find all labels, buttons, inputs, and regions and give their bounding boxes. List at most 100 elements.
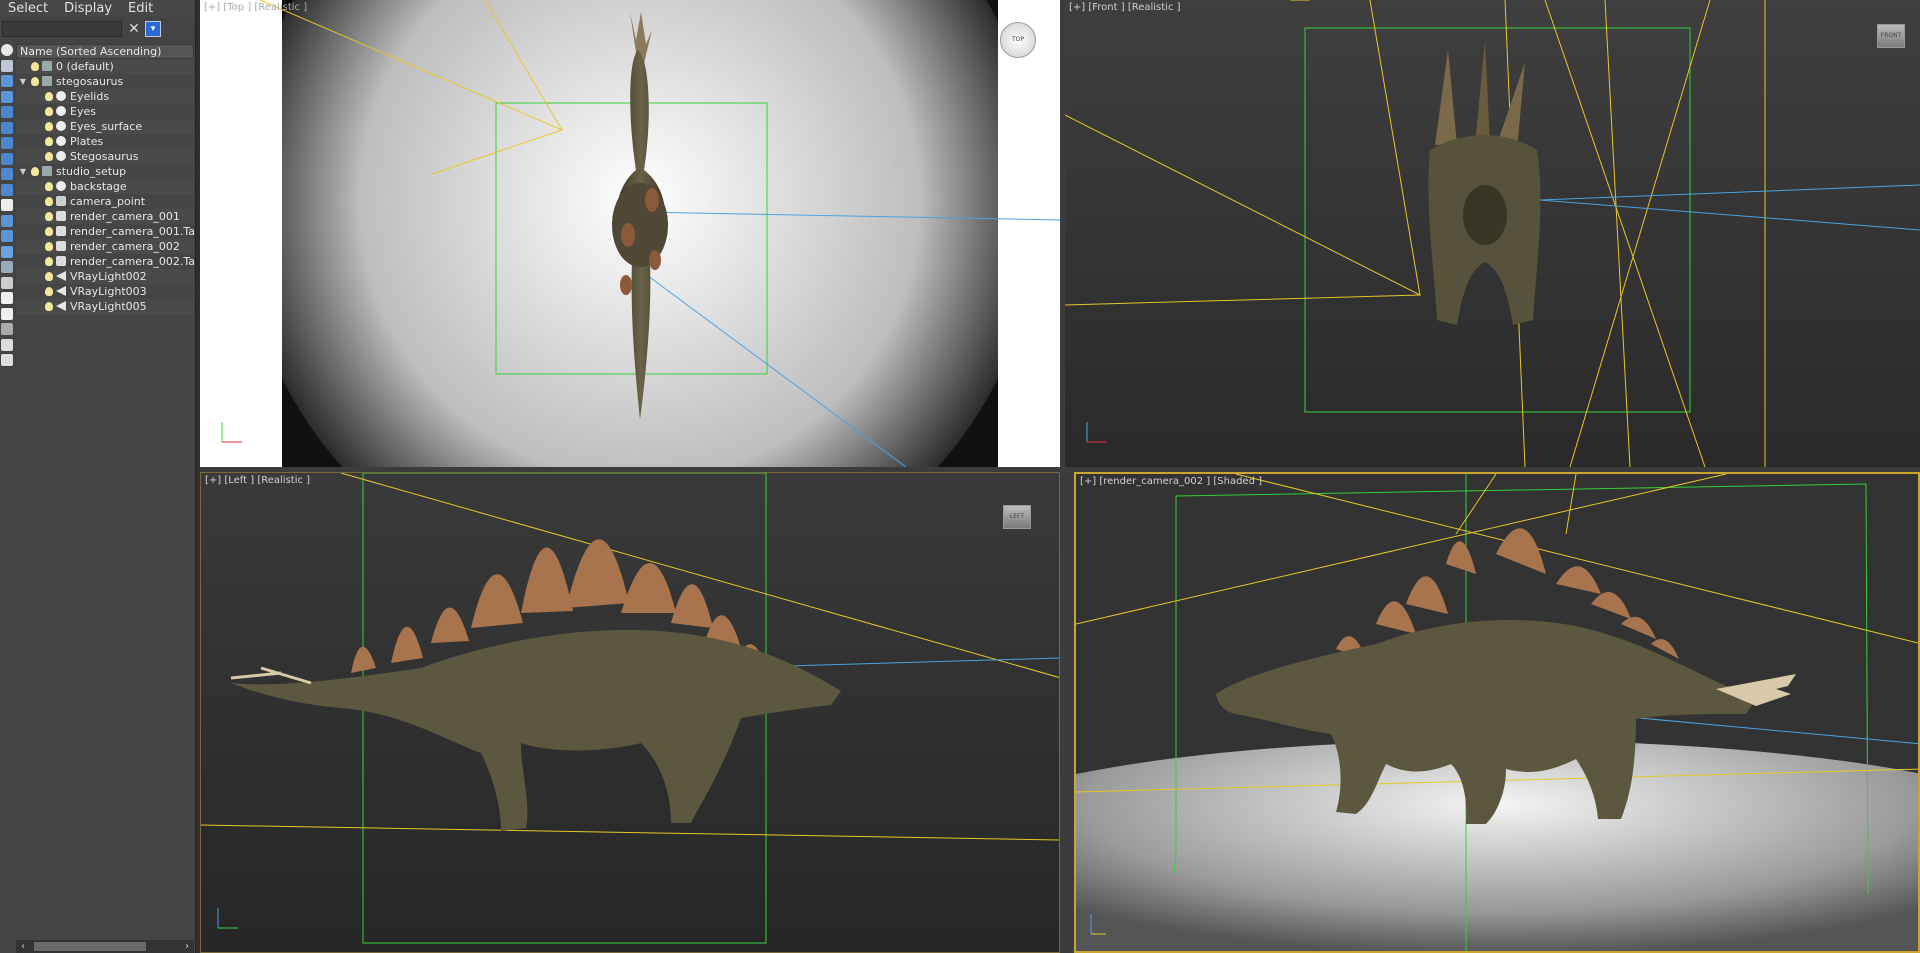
light-bulb-icon[interactable] [45,257,53,266]
display-groups-icon[interactable] [1,137,13,149]
clear-search-icon[interactable]: ✕ [127,21,141,37]
light-bulb-icon[interactable] [45,182,53,191]
tree-row-label: stegosaurus [56,75,124,88]
light-bulb-icon[interactable] [45,122,53,131]
tree-row[interactable]: render_camera_002.Tar [16,254,194,269]
display-all-icon[interactable] [1,230,13,242]
tree-row[interactable]: Eyelids [16,89,194,104]
tree-row[interactable]: ▼ stegosaurus [16,74,194,89]
light-bulb-icon[interactable] [45,152,53,161]
menu-display[interactable]: Display [56,0,120,17]
display-containers-icon[interactable] [1,183,13,196]
filter-funnel-icon[interactable] [1,323,13,335]
display-geometry-icon[interactable] [1,44,13,56]
expand-toggle-icon[interactable]: ▼ [18,164,28,179]
layer-object-icon [42,166,52,176]
display-bones-icon[interactable] [1,168,13,180]
app-window: Select Display Edit ✕ ▾ Name (Sorted Asc… [0,0,1920,953]
viewcube-top[interactable]: TOP [1000,22,1036,58]
scroll-left-icon[interactable]: ‹ [16,940,30,953]
viewport-top-label[interactable]: [+] [Top ] [Realistic ] [204,2,307,13]
viewport-camera-canvas [1076,474,1918,951]
light-object-icon [56,301,66,311]
light-bulb-icon[interactable] [45,212,53,221]
light-bulb-icon[interactable] [31,62,39,71]
invert-display-icon[interactable] [1,261,13,273]
light-bulb-icon[interactable] [45,242,53,251]
tree-row[interactable]: Plates [16,134,194,149]
tree-row-label: backstage [70,180,127,193]
scrollbar-thumb[interactable] [34,942,146,951]
tree-row[interactable]: ▼ studio_setup [16,164,194,179]
light-bulb-icon[interactable] [45,302,53,311]
display-cameras-icon[interactable] [1,90,13,103]
display-helpers-icon[interactable] [1,106,13,118]
light-bulb-icon[interactable] [45,272,53,281]
tree-row-label: render_camera_001 [70,210,180,223]
viewport-camera-label[interactable]: [+] [render_camera_002 ] [Shaded ] [1080,476,1262,487]
tree-row[interactable]: Eyes [16,104,194,119]
viewport-left-label[interactable]: [+] [Left ] [Realistic ] [205,475,310,486]
tree-row-label: VRayLight003 [70,285,147,298]
tree-row[interactable]: VRayLight005 [16,299,194,314]
search-input[interactable] [2,21,122,37]
light-bulb-icon[interactable] [45,92,53,101]
explorer-options-icon[interactable] [1,338,13,351]
light-bulb-icon[interactable] [45,197,53,206]
column-header-name[interactable]: Name (Sorted Ascending) [16,44,194,59]
display-none-icon[interactable] [1,245,13,258]
cam-object-icon [56,226,66,236]
tree-row[interactable]: 0 (default) [16,59,194,74]
geo-object-icon [56,136,66,146]
horizontal-scrollbar[interactable]: ‹ › [16,940,194,953]
viewcube-front[interactable]: FRONT [1877,24,1905,48]
display-spacewarps-icon[interactable] [1,121,13,134]
menu-select[interactable]: Select [0,0,56,17]
viewport-top[interactable]: [+] [Top ] [Realistic ] TOP [200,0,1060,467]
display-frozen-icon[interactable] [1,199,13,211]
tree-row[interactable]: render_camera_001 [16,209,194,224]
light-bulb-icon[interactable] [45,287,53,296]
display-shapes-icon[interactable] [1,59,13,72]
viewport-divider-vertical-lower[interactable] [1065,472,1074,953]
light-bulb-icon[interactable] [45,227,53,236]
display-hidden-icon[interactable] [1,214,13,227]
explorer-layers-icon[interactable] [1,307,13,320]
viewport-front[interactable]: [+] [Front ] [Realistic ] FRONT [1065,0,1920,467]
scroll-right-icon[interactable]: › [180,940,194,953]
tree-row-label: 0 (default) [56,60,114,73]
tree-row-label: VRayLight002 [70,270,147,283]
light-bulb-icon[interactable] [31,77,39,86]
light-object-icon [56,286,66,296]
viewcube-left[interactable]: LEFT [1003,505,1031,529]
tree-row[interactable]: render_camera_001.Tar [16,224,194,239]
tree-row[interactable]: Stegosaurus [16,149,194,164]
tree-row[interactable]: camera_point [16,194,194,209]
tree-row[interactable]: Eyes_surface [16,119,194,134]
tree-row[interactable]: backstage [16,179,194,194]
tree-rows: 0 (default) ▼ stegosaurus Eyelids Eyes Eyes_s… [16,59,194,314]
light-bulb-icon[interactable] [45,107,53,116]
sort-list-icon[interactable] [1,276,13,289]
find-filter-icon[interactable]: ▾ [145,21,161,37]
tree-row[interactable]: VRayLight002 [16,269,194,284]
viewport-left[interactable]: [+] [Left ] [Realistic ] LEFT [200,472,1060,953]
viewport-front-label[interactable]: [+] [Front ] [Realistic ] [1069,2,1181,13]
light-bulb-icon[interactable] [31,167,39,176]
menu-edit[interactable]: Edit [120,0,161,17]
explorer-page-icon[interactable] [1,292,13,304]
tree-row-label: render_camera_001.Tar [70,225,194,238]
tree-row-label: camera_point [70,195,146,208]
cam-object-icon [56,211,66,221]
viewport-camera[interactable]: [+] [render_camera_002 ] [Shaded ] [1074,472,1920,953]
light-object-icon [56,271,66,281]
display-xrefs-icon[interactable] [1,152,13,165]
display-lights-icon[interactable] [1,75,13,87]
tree-row[interactable]: render_camera_002 [16,239,194,254]
tree-row-label: Eyes [70,105,96,118]
scene-tree: Name (Sorted Ascending) 0 (default) ▼ steg… [16,44,194,944]
explorer-configure-icon[interactable] [1,354,13,366]
expand-toggle-icon[interactable]: ▼ [18,74,28,89]
tree-row[interactable]: VRayLight003 [16,284,194,299]
light-bulb-icon[interactable] [45,137,53,146]
